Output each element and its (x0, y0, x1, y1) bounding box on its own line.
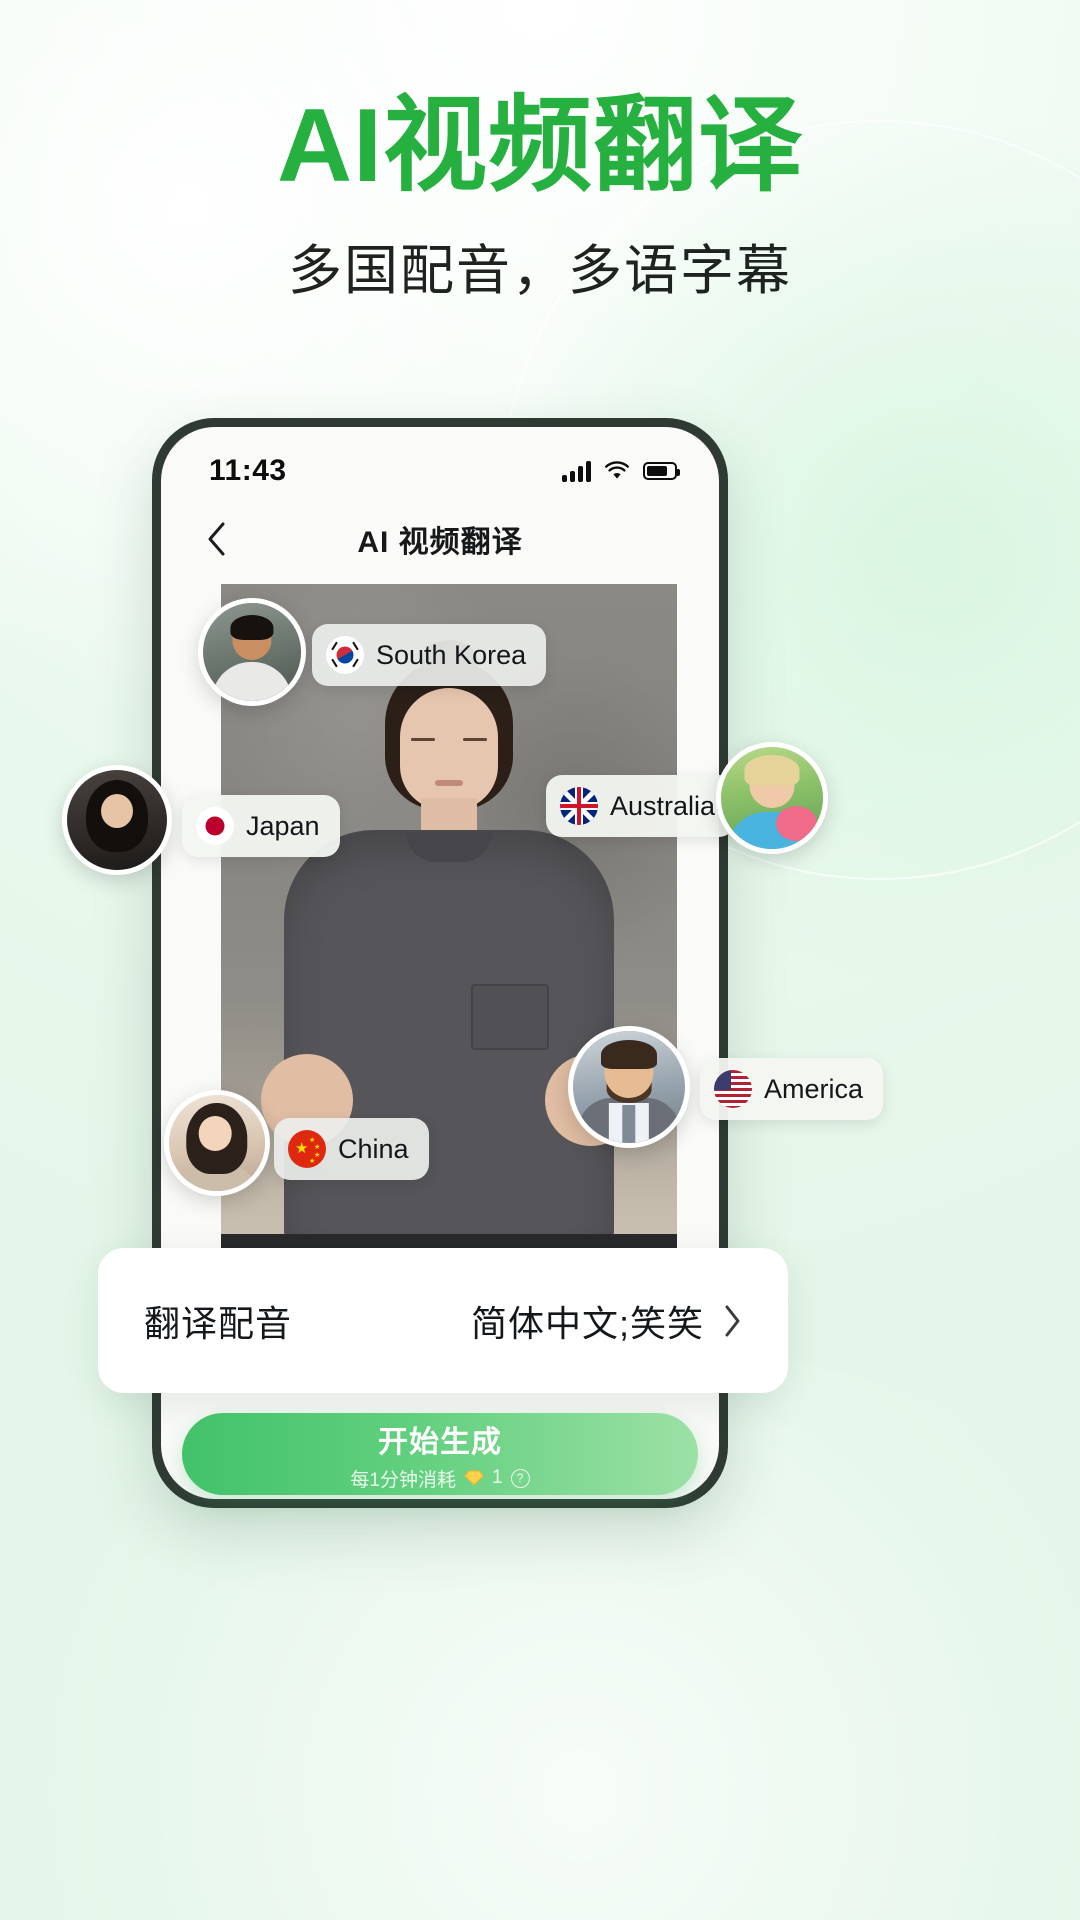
info-icon[interactable]: ? (510, 1468, 530, 1488)
navbar-title: AI 视频翻译 (357, 526, 523, 559)
back-button[interactable] (189, 512, 243, 566)
country-chip-america[interactable]: America (700, 1058, 884, 1120)
chevron-left-icon (205, 521, 227, 557)
flag-south-korea-icon (326, 636, 364, 674)
country-chip-china[interactable]: ★ ★ ★ ★ ★ China (274, 1118, 429, 1180)
country-chip-japan[interactable]: Japan (182, 795, 340, 857)
country-chip-label: China (338, 1133, 409, 1164)
avatar-image (203, 603, 301, 701)
avatar-image (169, 1095, 265, 1191)
figure-shirt-pocket (471, 984, 549, 1050)
flag-united-states-icon (714, 1070, 752, 1108)
country-chip-label: South Korea (376, 639, 527, 670)
battery-icon (643, 462, 680, 480)
flag-australia-icon (560, 787, 598, 825)
signal-icon (562, 460, 591, 482)
start-generate-button[interactable]: 开始生成 每1分钟消耗 1 ? (182, 1413, 698, 1495)
wifi-icon (604, 461, 630, 481)
figure-lips (435, 780, 463, 786)
cta-cost-prefix: 每1分钟消耗 (350, 1469, 456, 1491)
option-label: 翻译配音 (144, 1302, 293, 1344)
avatar-korean-man[interactable] (198, 598, 306, 706)
figure-face (400, 688, 498, 810)
avatar-australian-kid[interactable] (716, 742, 828, 854)
figure-eye-right (463, 738, 487, 741)
poster-headings: AI视频翻译 多国配音，多语字幕 (0, 0, 1080, 304)
status-time: 11:43 (209, 454, 287, 487)
status-bar: 11:43 (161, 427, 719, 501)
cta-subtext: 每1分钟消耗 1 ? (350, 1465, 530, 1492)
flag-japan-icon (196, 807, 234, 845)
option-value: 简体中文;笑笑 (470, 1302, 704, 1344)
figure-shirt (284, 830, 614, 1270)
avatar-image (721, 747, 823, 849)
country-chip-south-korea[interactable]: South Korea (312, 624, 547, 686)
avatar-image (573, 1031, 685, 1143)
country-chip-label: America (764, 1073, 864, 1104)
figure-eye-left (411, 738, 435, 741)
country-chip-label: Australia (610, 790, 716, 821)
avatar-chinese-woman[interactable] (164, 1090, 270, 1196)
translation-dubbing-row[interactable]: 翻译配音 简体中文;笑笑 (98, 1248, 788, 1393)
avatar-american-man[interactable] (568, 1026, 690, 1148)
cta-cost-value: 1 (492, 1467, 503, 1488)
status-icons (562, 460, 680, 482)
cta-title: 开始生成 (378, 1425, 502, 1459)
page-subtitle: 多国配音，多语字幕 (288, 241, 792, 302)
country-chip-label: Japan (246, 810, 320, 841)
flag-china-icon: ★ ★ ★ ★ ★ (288, 1130, 326, 1168)
gem-icon (464, 1470, 484, 1486)
avatar-image (67, 770, 167, 870)
app-navbar: AI 视频翻译 (161, 501, 719, 577)
avatar-japanese-woman[interactable] (62, 765, 172, 875)
page-title: AI视频翻译 (276, 88, 803, 204)
chevron-right-icon (722, 1304, 742, 1338)
country-chip-australia[interactable]: Australia (546, 775, 736, 837)
option-value-wrap[interactable]: 简体中文;笑笑 (471, 1295, 742, 1347)
